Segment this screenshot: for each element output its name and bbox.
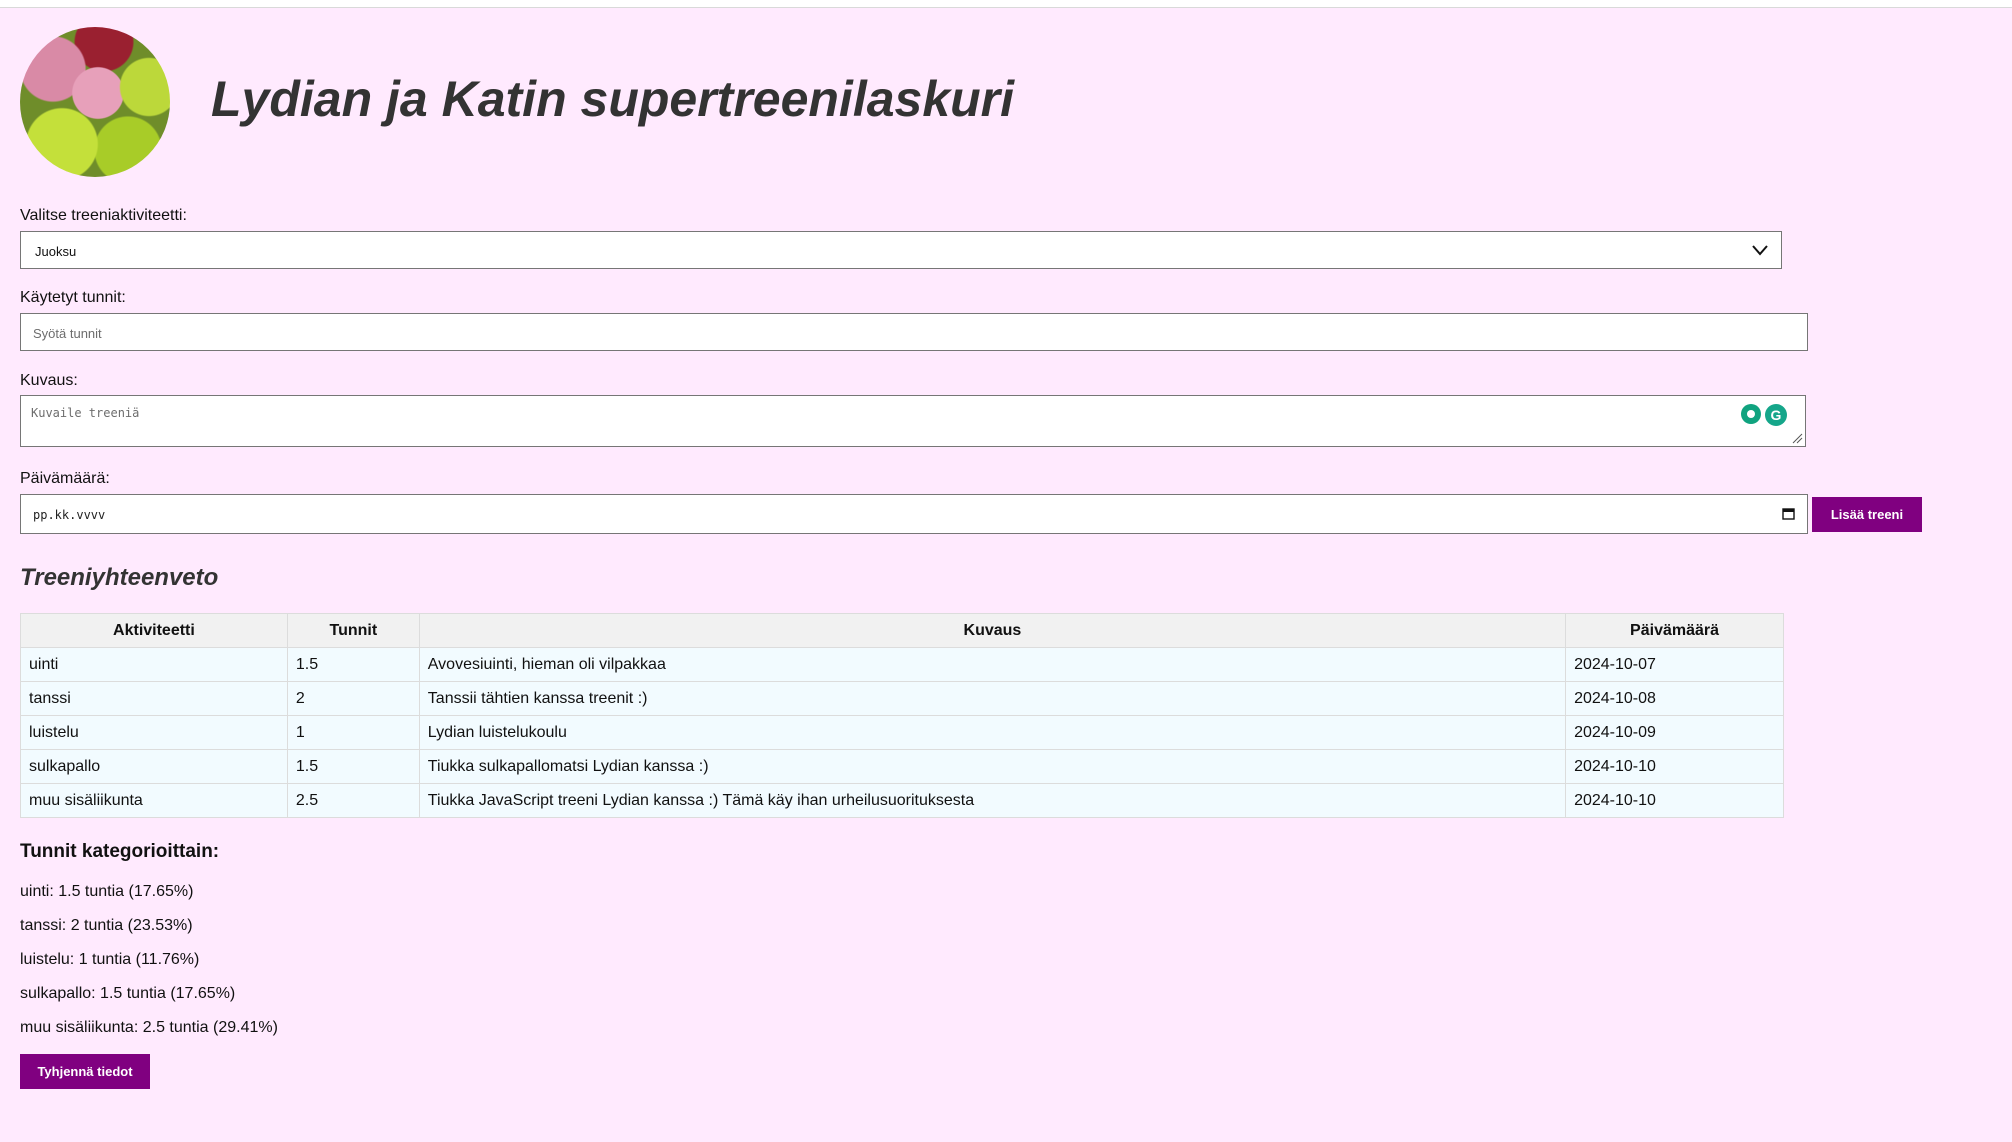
cell-activity: sulkapallo xyxy=(20,749,288,784)
cell-activity: muu sisäliikunta xyxy=(20,783,288,818)
column-header-date: Päivämäärä xyxy=(1565,613,1784,648)
cell-description: Lydian luistelukoulu xyxy=(418,715,1567,750)
date-input[interactable]: pp.kk.vvvv xyxy=(20,494,1808,534)
cell-date: 2024-10-10 xyxy=(1565,783,1784,818)
cell-date: 2024-10-08 xyxy=(1565,681,1784,716)
cell-date: 2024-10-07 xyxy=(1565,647,1784,682)
cell-date: 2024-10-10 xyxy=(1565,749,1784,784)
list-item: sulkapallo: 1.5 tuntia (17.65%) xyxy=(20,985,236,1002)
cell-hours: 1.5 xyxy=(286,749,420,784)
cell-activity: tanssi xyxy=(20,681,288,716)
date-label: Päivämäärä: xyxy=(20,470,110,487)
hours-placeholder: Syötä tunnit xyxy=(33,326,102,341)
add-workout-button[interactable]: Lisää treeni xyxy=(1812,497,1922,532)
cell-activity: luistelu xyxy=(20,715,288,750)
description-placeholder: Kuvaile treeniä xyxy=(31,406,140,420)
column-header-description: Kuvaus xyxy=(418,613,1567,648)
summary-table: Aktiviteetti Tunnit Kuvaus Päivämäärä ui… xyxy=(20,613,1784,818)
date-placeholder: pp.kk.vvvv xyxy=(33,508,106,522)
table-row: muu sisäliikunta 2.5 Tiukka JavaScript t… xyxy=(20,783,1784,818)
hours-label: Käytetyt tunnit: xyxy=(20,289,126,306)
grammarly-icon[interactable]: G xyxy=(1765,404,1787,426)
hours-input[interactable]: Syötä tunnit xyxy=(20,313,1808,351)
description-label: Kuvaus: xyxy=(20,372,78,389)
cell-description: Tanssii tähtien kanssa treenit :) xyxy=(418,681,1567,716)
cell-description: Tiukka JavaScript treeni Lydian kanssa :… xyxy=(418,783,1567,818)
chevron-down-icon xyxy=(1752,245,1768,256)
lightbulb-icon[interactable] xyxy=(1741,404,1761,424)
categories-title: Tunnit kategorioittain: xyxy=(20,841,220,862)
list-item: muu sisäliikunta: 2.5 tuntia (29.41%) xyxy=(20,1019,278,1036)
summary-title: Treeniyhteenveto xyxy=(20,564,219,591)
table-row: luistelu 1 Lydian luistelukoulu 2024-10-… xyxy=(20,715,1784,750)
activity-label: Valitse treeniaktiviteetti: xyxy=(20,207,187,224)
activity-select[interactable]: Juoksu xyxy=(20,231,1782,269)
table-row: uinti 1.5 Avovesiuinti, hieman oli vilpa… xyxy=(20,647,1784,682)
table-row: sulkapallo 1.5 Tiukka sulkapallomatsi Ly… xyxy=(20,749,1784,784)
activity-select-value: Juoksu xyxy=(35,244,77,259)
column-header-activity: Aktiviteetti xyxy=(20,613,288,648)
cell-hours: 2.5 xyxy=(286,783,420,818)
resize-handle-icon[interactable] xyxy=(1791,432,1803,444)
cell-hours: 2 xyxy=(286,681,420,716)
list-item: uinti: 1.5 tuntia (17.65%) xyxy=(20,883,194,900)
header-image-tennis-balls xyxy=(20,27,170,177)
column-header-hours: Tunnit xyxy=(286,613,420,648)
table-header-row: Aktiviteetti Tunnit Kuvaus Päivämäärä xyxy=(20,613,1784,648)
calendar-icon[interactable] xyxy=(1782,507,1795,520)
category-list: uinti: 1.5 tuntia (17.65%) tanssi: 2 tun… xyxy=(20,882,278,1052)
list-item: luistelu: 1 tuntia (11.76%) xyxy=(20,951,200,968)
cell-hours: 1.5 xyxy=(286,647,420,682)
cell-description: Avovesiuinti, hieman oli vilpakkaa xyxy=(418,647,1567,682)
cell-activity: uinti xyxy=(20,647,288,682)
list-item: tanssi: 2 tuntia (23.53%) xyxy=(20,917,193,934)
table-row: tanssi 2 Tanssii tähtien kanssa treenit … xyxy=(20,681,1784,716)
clear-data-button[interactable]: Tyhjennä tiedot xyxy=(20,1054,150,1089)
page-title: Lydian ja Katin supertreenilaskuri xyxy=(211,71,1015,127)
cell-hours: 1 xyxy=(286,715,420,750)
browser-top-edge xyxy=(0,0,2012,8)
description-textarea[interactable]: Kuvaile treeniä G xyxy=(20,395,1806,447)
cell-date: 2024-10-09 xyxy=(1565,715,1784,750)
cell-description: Tiukka sulkapallomatsi Lydian kanssa :) xyxy=(418,749,1567,784)
grammarly-widget[interactable]: G xyxy=(1741,404,1787,426)
